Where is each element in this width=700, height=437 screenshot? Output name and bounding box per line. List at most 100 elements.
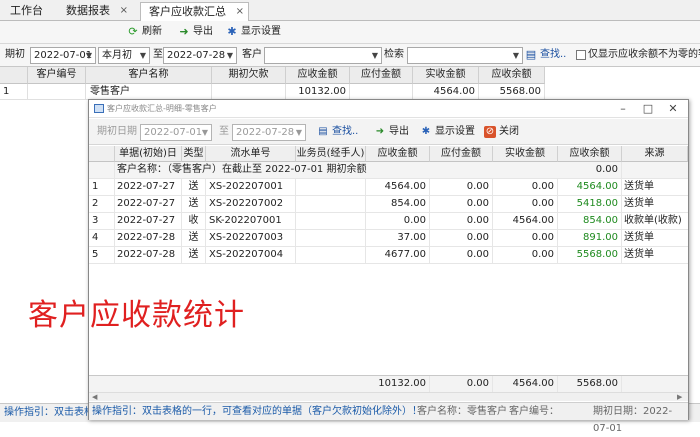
balance-cell: 4564.00 [558, 179, 622, 196]
detail-find-button[interactable]: ▤ 查找.. [317, 124, 358, 140]
row-index [89, 162, 115, 179]
customer-select[interactable]: ▼ [264, 47, 382, 64]
receivable-cell: 0.00 [366, 213, 430, 230]
received-cell: 0.00 [493, 247, 558, 264]
doc-no-cell: XS-202207001 [206, 179, 296, 196]
display-settings-button[interactable]: ✱ 显示设置 [226, 24, 281, 40]
to-label: 至 [219, 126, 229, 137]
detail-toolbar: 期初日期 2022-07-01 ▼ 至 2022-07-28 ▼ ▤ 查找.. ➜ 导出… [89, 119, 688, 145]
col-header[interactable]: 单据(初始)日期 [115, 146, 182, 174]
outer-col-header[interactable]: 应付金额 [350, 67, 413, 84]
opening-debt-cell [212, 84, 286, 100]
outer-col-header[interactable]: 应收余额 [479, 67, 545, 84]
row-index: 2 [89, 196, 115, 213]
receivable-cell: 4677.00 [366, 247, 430, 264]
balance-cell: 5418.00 [558, 196, 622, 213]
close-icon[interactable]: × [120, 2, 128, 20]
chevron-down-icon: ▼ [201, 128, 209, 137]
col-header[interactable]: 应付金额 [430, 146, 493, 162]
search-select[interactable]: ▼ [407, 47, 523, 64]
detail-start-date-picker: 2022-07-01 ▼ [140, 124, 212, 141]
tab-customer-receivables[interactable]: 客户应收款汇总 × [140, 2, 249, 21]
row-index: 5 [89, 247, 115, 264]
outer-col-header[interactable]: 客户编号 [28, 67, 86, 84]
detail-window: 客户应收款汇总-明细-零售客户 – □ ✕ 期初日期 2022-07-01 ▼ 至… [88, 99, 689, 434]
payable-cell: 0.00 [430, 179, 493, 196]
detail-status-bar: 操作指引：双击表格的一行，可查看对应的单据（客户欠款初始化除外）！ 客户名称：零… [89, 402, 688, 434]
detail-status-hint: 操作指引：双击表格的一行，可查看对应的单据（客户欠款初始化除外）！ [92, 406, 422, 417]
chevron-down-icon[interactable]: ▼ [510, 48, 522, 63]
outer-col-header[interactable]: 实收金额 [413, 67, 479, 84]
date-cell: 2022-07-28 [115, 230, 182, 247]
chevron-down-icon[interactable]: ▼ [224, 48, 236, 63]
table-row[interactable]: 2 2022-07-27 送 XS-202207002 854.00 0.00 … [89, 196, 688, 213]
maximize-icon[interactable]: □ [641, 102, 655, 116]
table-row[interactable]: 5 2022-07-28 送 XS-202207004 4677.00 0.00… [89, 247, 688, 264]
export-label: 导出 [193, 26, 213, 37]
chevron-down-icon[interactable]: ▼ [137, 48, 149, 63]
payable-cell [350, 84, 413, 100]
received-cell: 4564.00 [493, 213, 558, 230]
export-button[interactable]: ➜ 导出 [178, 24, 213, 40]
end-date-value: 2022-07-28 [167, 50, 226, 61]
outer-col-header[interactable]: 应收金额 [286, 67, 350, 84]
source-cell: 送货单 [624, 181, 654, 192]
close-icon: ⊘ [484, 126, 496, 138]
col-header[interactable]: 实收金额 [493, 146, 558, 162]
status-period-date: 期初日期：2022-07-01 [593, 406, 673, 434]
start-date-picker[interactable]: 2022-07-01 ▼ [30, 47, 96, 64]
date-cell: 2022-07-27 [115, 179, 182, 196]
close-icon[interactable]: × [236, 3, 244, 21]
chevron-down-icon[interactable]: ▼ [369, 48, 381, 63]
col-header[interactable]: 流水单号 [206, 146, 296, 162]
payable-cell: 0.00 [430, 230, 493, 247]
scroll-left-icon[interactable]: ◀ [92, 393, 97, 401]
horizontal-scrollbar[interactable]: ◀ ▶ [89, 392, 688, 401]
find-button[interactable]: ▤ 查找.. [525, 47, 567, 63]
detail-close-button[interactable]: ⊘ 关闭 [484, 124, 519, 140]
period-mode-select[interactable]: 本月初 ▼ [98, 47, 150, 64]
period-date-label: 期初日期 [97, 126, 137, 137]
col-header[interactable]: 业务员(经手人) [296, 146, 366, 162]
detail-end-date-picker: 2022-07-28 ▼ [232, 124, 306, 141]
outer-col-header[interactable]: 客户名称 [86, 67, 212, 84]
col-header[interactable]: 类型 [182, 146, 206, 162]
receivable-cell: 37.00 [366, 230, 430, 247]
search-label: 检索 [384, 49, 404, 60]
only-nonzero-checkbox[interactable] [576, 50, 586, 60]
gear-icon: ✱ [421, 126, 431, 137]
scroll-right-icon[interactable]: ▶ [677, 393, 682, 401]
detail-export-button[interactable]: ➜ 导出 [374, 124, 409, 140]
outer-col-header[interactable]: 期初欠款 [212, 67, 286, 84]
period-mode-value: 本月初 [102, 50, 132, 61]
date-cell: 2022-07-28 [115, 247, 182, 264]
tab-data-reports[interactable]: 数据报表 × [58, 2, 132, 21]
minimize-icon[interactable]: – [616, 102, 630, 116]
type-cell: 送 [182, 230, 206, 247]
received-cell: 0.00 [493, 179, 558, 196]
total-payable: 0.00 [430, 376, 493, 393]
doc-no-cell: SK-202207001 [206, 213, 296, 230]
table-row[interactable]: 4 2022-07-28 送 XS-202207003 37.00 0.00 0… [89, 230, 688, 247]
date-cell: 2022-07-27 [115, 196, 182, 213]
refresh-button[interactable]: ⟳ 刷新 [127, 24, 162, 40]
close-icon[interactable]: ✕ [666, 102, 680, 116]
tab-label: 客户应收款汇总 [149, 5, 226, 18]
table-row[interactable]: 3 2022-07-27 收 SK-202207001 0.00 0.00 45… [89, 213, 688, 230]
row-index: 4 [89, 230, 115, 247]
chevron-down-icon[interactable]: ▼ [83, 48, 95, 63]
col-header[interactable]: 应收余额 [558, 146, 622, 162]
source-cell: 送货单 [624, 249, 654, 260]
display-settings-label: 显示设置 [241, 26, 281, 37]
tab-workbench[interactable]: 工作台 [2, 2, 51, 21]
status-customer-code: 客户编号： [509, 406, 559, 417]
detail-settings-label: 显示设置 [435, 126, 475, 137]
row-index: 1 [0, 84, 28, 100]
table-row[interactable]: 1 2022-07-27 送 XS-202207001 4564.00 0.00… [89, 179, 688, 196]
col-header[interactable]: 来源 [622, 146, 688, 162]
detail-window-titlebar[interactable]: 客户应收款汇总-明细-零售客户 – □ ✕ [89, 100, 688, 118]
receivable-cell: 10132.00 [286, 84, 350, 100]
detail-settings-button[interactable]: ✱ 显示设置 [420, 124, 475, 140]
end-date-picker[interactable]: 2022-07-28 ▼ [163, 47, 237, 64]
col-header[interactable]: 应收金额 [366, 146, 430, 162]
